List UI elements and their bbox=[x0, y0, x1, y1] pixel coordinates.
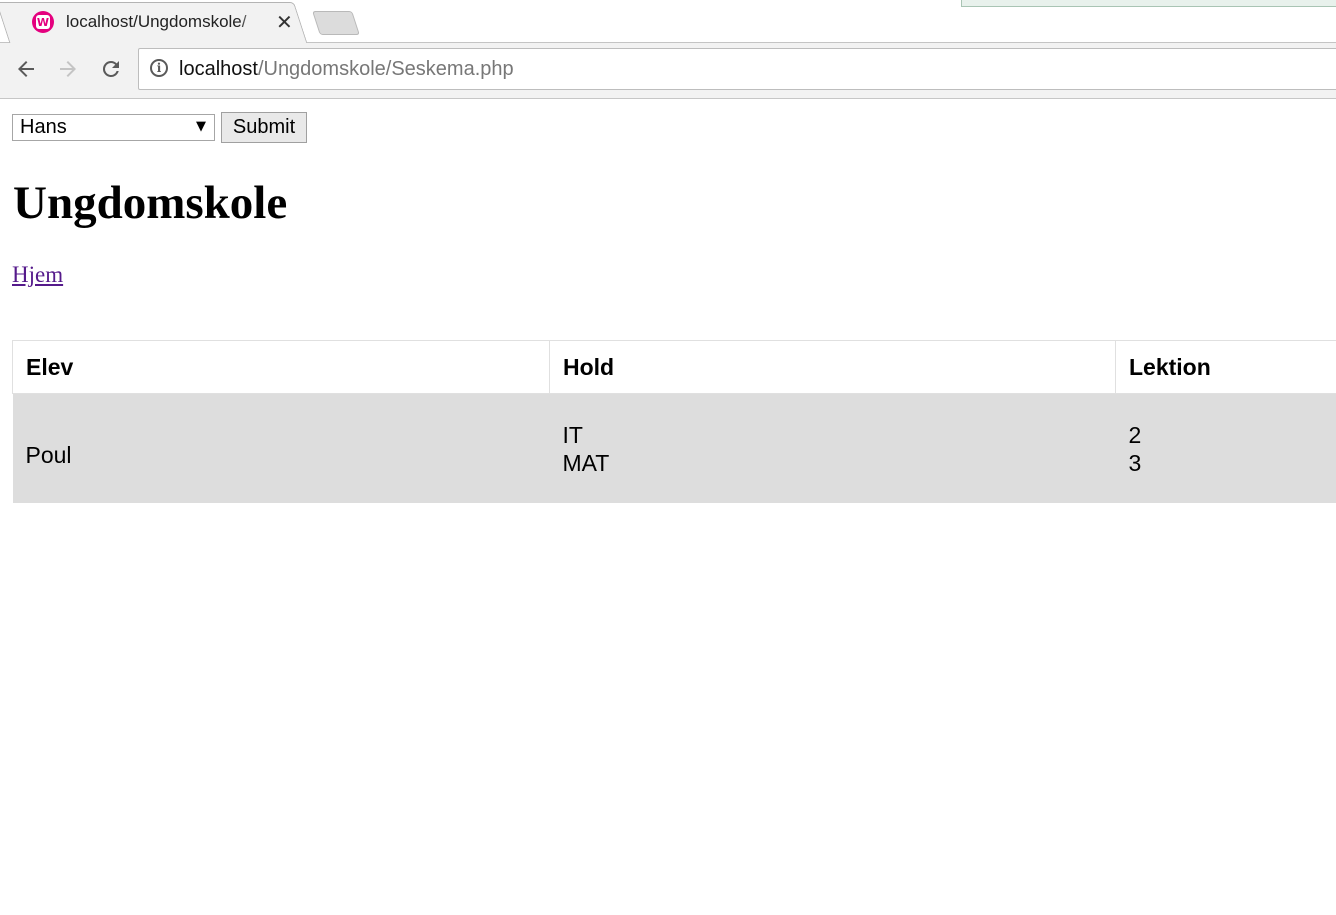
tab-title: localhost/Ungdomskole/ bbox=[66, 12, 247, 31]
student-select[interactable]: Hans ▼ bbox=[12, 114, 215, 141]
window-edge bbox=[961, 0, 1336, 7]
address-bar[interactable]: i localhost/Ungdomskole/Seskema.php bbox=[138, 48, 1336, 90]
cell-lektion: 2 3 bbox=[1115, 393, 1336, 503]
cell-lektion-line: 2 bbox=[1128, 421, 1142, 448]
dropdown-arrow-icon: ▼ bbox=[196, 119, 206, 134]
schedule-table: Elev Hold Lektion Poul IT MAT 2 3 bbox=[12, 340, 1336, 503]
cell-elev: Poul bbox=[12, 393, 550, 503]
submit-button[interactable]: Submit bbox=[221, 112, 307, 143]
home-link[interactable]: Hjem bbox=[12, 262, 63, 288]
url-host: localhost bbox=[179, 58, 258, 80]
column-header-lektion: Lektion bbox=[1115, 340, 1336, 394]
tab-strip: W localhost/Ungdomskole/ ✕ bbox=[0, 0, 1336, 45]
info-icon[interactable]: i bbox=[150, 59, 168, 77]
column-header-hold: Hold bbox=[549, 340, 1116, 394]
cell-hold-line: IT bbox=[562, 421, 583, 448]
table-header-row: Elev Hold Lektion bbox=[12, 340, 1336, 394]
page-content: Hans ▼ Submit Ungdomskole Hjem Elev Hold… bbox=[0, 99, 1336, 915]
table-row: Poul IT MAT 2 3 bbox=[12, 393, 1336, 503]
back-arrow-icon[interactable] bbox=[12, 55, 40, 83]
forward-arrow-icon[interactable] bbox=[54, 55, 82, 83]
url-text[interactable]: localhost/Ungdomskole/Seskema.php bbox=[179, 58, 514, 81]
page-title: Ungdomskole bbox=[13, 177, 288, 229]
url-path: /Ungdomskole/Seskema.php bbox=[257, 58, 514, 80]
browser-tab-content[interactable]: W localhost/Ungdomskole/ ✕ bbox=[32, 9, 302, 35]
cell-elev-text: Poul bbox=[25, 442, 72, 468]
cell-lektion-line: 3 bbox=[1128, 449, 1142, 476]
new-tab-button[interactable] bbox=[312, 11, 360, 35]
favicon-letter: W bbox=[36, 15, 50, 29]
cell-hold: IT MAT bbox=[549, 393, 1116, 503]
browser-toolbar: i localhost/Ungdomskole/Seskema.php bbox=[0, 43, 1336, 99]
cell-hold-line: MAT bbox=[562, 449, 610, 476]
student-form: Hans ▼ Submit bbox=[12, 112, 307, 143]
column-header-elev: Elev bbox=[12, 340, 550, 394]
close-tab-icon[interactable]: ✕ bbox=[276, 12, 293, 32]
wampserver-favicon-icon: W bbox=[32, 11, 54, 33]
reload-icon[interactable] bbox=[97, 55, 125, 83]
student-select-value: Hans bbox=[20, 116, 67, 138]
